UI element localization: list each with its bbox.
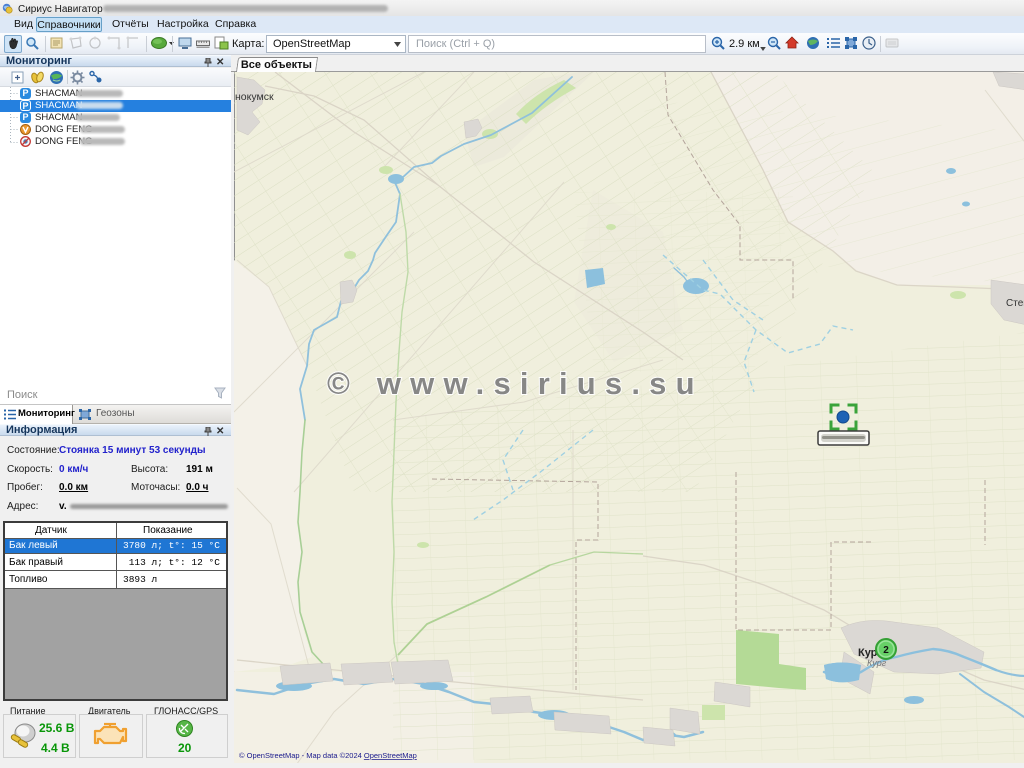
- svg-text:нокумск: нокумск: [235, 91, 274, 103]
- svg-text:© www.sirius.su: © www.sirius.su: [327, 366, 704, 401]
- svg-text:© OpenStreetMap - Map data ©20: © OpenStreetMap - Map data ©2024 OpenStr…: [239, 751, 417, 760]
- svg-text:Степ: Степ: [1006, 298, 1024, 309]
- svg-text:2: 2: [883, 645, 889, 656]
